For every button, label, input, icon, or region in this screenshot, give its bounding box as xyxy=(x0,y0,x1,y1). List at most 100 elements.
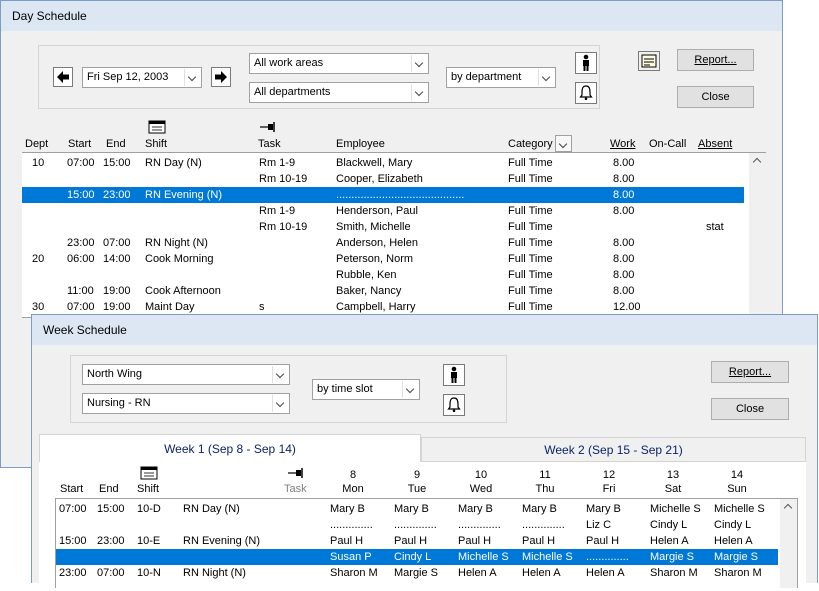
department-select[interactable]: All departments xyxy=(249,82,429,103)
day-scrollbar[interactable] xyxy=(749,153,766,317)
week-day-cell: Michelle S xyxy=(458,551,509,563)
date-picker[interactable]: Fri Sep 12, 2003 xyxy=(82,67,202,88)
tab-week-2[interactable]: Week 2 (Sep 15 - Sep 21) xyxy=(421,437,806,461)
day-schedule-row[interactable]: 20 06:00 14:00 Cook Morning Peterson, Norm Fu… xyxy=(22,251,744,267)
day-cell-category: Full Time xyxy=(508,173,553,185)
week-report-button[interactable]: Report... xyxy=(711,361,789,383)
week-schedule-row[interactable]: 15:00 23:00 10-E RN Evening (N) Paul H Paul H… xyxy=(56,533,778,549)
week-day-number: 13 xyxy=(666,469,680,481)
week-person-filter-button[interactable] xyxy=(443,364,465,386)
person-filter-button[interactable] xyxy=(575,52,597,74)
week-day-cell: Sharon M xyxy=(330,567,378,579)
week-day-cell: Cindy L xyxy=(394,551,432,563)
day-cell-end: 23:00 xyxy=(103,189,131,201)
day-schedule-row[interactable]: Rm 10-19 Cooper, Elizabeth Full Time 8.00 xyxy=(22,171,744,187)
week-schedule-row[interactable]: 23:00 07:00 10-N RN Night (N) Sharon M Margie… xyxy=(56,565,778,581)
week-schedule-row[interactable]: Susan P Cindy L Michelle S Michelle S......… xyxy=(56,549,778,565)
chevron-down-icon[interactable] xyxy=(411,55,427,72)
tab-week-1-label: Week 1 (Sep 8 - Sep 14) xyxy=(164,442,296,456)
week-department-select[interactable]: Nursing - RN xyxy=(82,393,290,414)
day-cell-task: Rm 10-19 xyxy=(259,221,308,233)
week-area-value: North Wing xyxy=(87,368,143,380)
day-cell-employee: Anderson, Helen xyxy=(336,237,418,249)
header-oncall: On-Call xyxy=(649,138,687,150)
week-view-select[interactable]: by time slot xyxy=(312,379,420,400)
day-cell-end: 19:00 xyxy=(103,301,131,313)
week-day-name: Sat xyxy=(664,483,682,495)
chevron-down-icon[interactable] xyxy=(411,84,427,101)
week-cell-shift: 10-E xyxy=(137,535,161,547)
day-cell-end: 19:00 xyxy=(103,285,131,297)
header-end: End xyxy=(106,138,126,150)
chevron-down-icon[interactable] xyxy=(184,69,200,86)
week-day-cell: Liz C xyxy=(586,519,612,531)
chevron-down-icon[interactable] xyxy=(272,395,288,412)
week-day-cell: Mary B xyxy=(586,503,621,515)
week-day-number: 14 xyxy=(730,469,744,481)
week-day-number: 12 xyxy=(602,469,616,481)
week-bell-filter-button[interactable] xyxy=(443,394,465,416)
day-schedule-row[interactable]: Rm 1-9 Henderson, Paul Full Time 8.00 xyxy=(22,203,744,219)
week-day-cell: Margie S xyxy=(650,551,695,563)
week-day-cell: Paul H xyxy=(458,535,492,547)
week-day-cell: .............. xyxy=(394,519,437,531)
week-view-value: by time slot xyxy=(317,383,373,395)
week-area-select[interactable]: North Wing xyxy=(82,364,290,385)
calendar-icon xyxy=(140,466,158,480)
day-schedule-row[interactable]: 11:00 19:00 Cook Afternoon Baker, Nancy Full… xyxy=(22,283,744,299)
header-shift: Shift xyxy=(145,138,168,150)
category-filter-dropdown[interactable] xyxy=(555,135,572,152)
prev-day-button[interactable] xyxy=(53,67,73,87)
week-cell-name: RN Evening (N) xyxy=(183,535,261,547)
bell-filter-button[interactable] xyxy=(575,82,597,104)
chevron-down-icon[interactable] xyxy=(402,381,418,398)
day-cell-employee: Baker, Nancy xyxy=(336,285,402,297)
week-cell-shift: 10-N xyxy=(137,567,161,579)
week-scrollbar[interactable] xyxy=(780,499,797,588)
arrow-left-icon xyxy=(57,71,69,83)
day-cell-category: Full Time xyxy=(508,253,553,265)
day-schedule-row[interactable]: 30 07:00 19:00 Maint Day s Campbell, Harry Ful… xyxy=(22,299,744,315)
week-day-cell: Mary B xyxy=(330,503,365,515)
view-mode-select[interactable]: by department xyxy=(446,67,556,88)
day-cell-work: 8.00 xyxy=(613,189,635,201)
tab-week-1[interactable]: Week 1 (Sep 8 - Sep 14) xyxy=(39,434,421,462)
day-close-button[interactable]: Close xyxy=(677,86,754,108)
day-schedule-row[interactable]: Rm 10-19 Smith, Michelle Full Time stat xyxy=(22,219,744,235)
week-close-label: Close xyxy=(735,403,765,415)
chevron-down-icon[interactable] xyxy=(556,136,571,151)
week-schedule-row[interactable]: ........................................… xyxy=(56,517,778,533)
week-day-name: Tue xyxy=(407,483,427,495)
scroll-up-icon[interactable] xyxy=(752,157,762,167)
week-schedule-row[interactable]: 07:00 15:00 10-D RN Day (N) Mary B Mary B Mary… xyxy=(56,501,778,517)
day-schedule-row[interactable]: 10 07:00 15:00 RN Day (N) Rm 1-9 Blackwell, M… xyxy=(22,155,744,171)
notes-button[interactable] xyxy=(638,51,660,71)
day-cell-shift: Maint Day xyxy=(145,301,195,313)
chevron-down-icon[interactable] xyxy=(538,69,554,86)
day-cell-start: 06:00 xyxy=(67,253,95,265)
scroll-up-icon[interactable] xyxy=(783,503,793,513)
week-day-cell: Helen A xyxy=(714,535,753,547)
next-day-button[interactable] xyxy=(211,67,231,87)
week-header-end: End xyxy=(99,483,119,495)
arrow-right-icon xyxy=(215,71,227,83)
chevron-down-icon[interactable] xyxy=(272,366,288,383)
day-report-button[interactable]: Report... xyxy=(677,49,754,71)
day-schedule-row[interactable]: Rubble, Ken Full Time 8.00 xyxy=(22,267,744,283)
week-day-cell: Paul H xyxy=(330,535,364,547)
pin-icon xyxy=(288,468,303,478)
week-day-cell: Paul H xyxy=(586,535,620,547)
day-schedule-row[interactable]: 15:00 23:00 RN Evening (N)................… xyxy=(22,187,744,203)
week-day-cell: Margie S xyxy=(394,567,439,579)
week-close-button[interactable]: Close xyxy=(711,398,789,420)
day-cell-employee: Cooper, Elizabeth xyxy=(336,173,423,185)
week-day-cell: Cindy L xyxy=(714,519,752,531)
day-title-bar: Day Schedule xyxy=(1,1,782,31)
day-schedule-row[interactable]: 23:00 07:00 RN Night (N) Anderson, Helen Ful… xyxy=(22,235,744,251)
week-report-label: Report... xyxy=(728,366,772,378)
day-cell-work: 8.00 xyxy=(613,253,635,265)
work-area-select[interactable]: All work areas xyxy=(249,53,429,74)
day-cell-shift: Cook Morning xyxy=(145,253,214,265)
header-category: Category xyxy=(508,138,553,150)
week-day-number: 9 xyxy=(413,469,421,481)
